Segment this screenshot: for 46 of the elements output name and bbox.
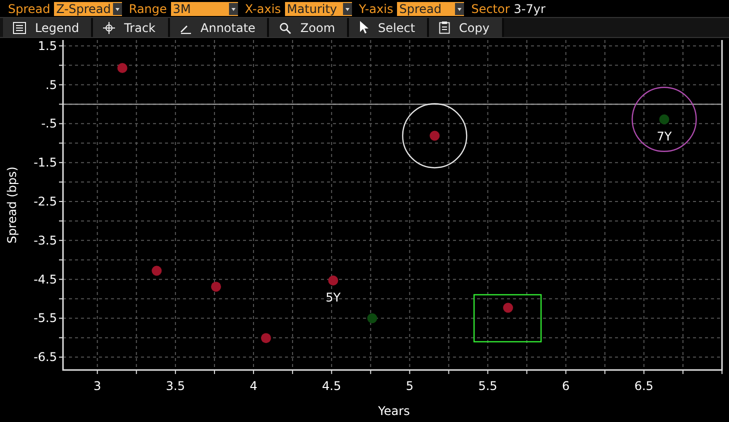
x-tick-label: 5.5 — [478, 379, 498, 393]
y-tick-label: -2.5 — [34, 194, 57, 208]
point-label: 5Y — [326, 290, 341, 304]
point-label: 7Y — [656, 129, 672, 144]
caret-icon — [342, 2, 352, 14]
toolbar-button[interactable]: Legend — [3, 18, 94, 37]
x-tick-label: 3.5 — [166, 379, 185, 393]
toolbar-button[interactable]: Annotate — [170, 18, 270, 37]
filter-label: Range — [128, 2, 167, 16]
clipboard-icon — [439, 21, 450, 34]
x-tick-label: 3 — [94, 379, 102, 393]
x-tick-label: 4.5 — [322, 379, 342, 393]
filter-label: X-axis — [244, 2, 281, 16]
search-icon — [279, 22, 292, 34]
cursor-icon — [359, 21, 370, 34]
x-tick-label: 4 — [250, 379, 258, 393]
toolbar-button[interactable]: Copy — [429, 18, 504, 37]
y-tick-label: -.5 — [41, 116, 57, 131]
y-tick-label: 1.5 — [38, 38, 57, 53]
filter-label: Y-axis — [358, 2, 394, 16]
crosshair-icon — [103, 22, 116, 34]
caret-icon — [112, 2, 122, 14]
x-tick-label: 6 — [562, 379, 570, 393]
toolbar-button[interactable]: Select — [349, 18, 430, 37]
filter-dropdown[interactable]: 3M — [170, 2, 238, 16]
y-tick-label: -6.5 — [34, 350, 57, 364]
toolbar-button[interactable]: Zoom — [269, 18, 350, 37]
y-tick-label: .5 — [46, 78, 57, 92]
y-tick-label: -4.5 — [34, 272, 57, 286]
filter-value: 3-7yr — [514, 2, 546, 16]
filter-dropdown[interactable]: Maturity — [284, 2, 352, 16]
y-tick-label: -1.5 — [34, 156, 57, 170]
filter-dropdown[interactable]: Z-Spread — [54, 2, 122, 16]
x-tick-label: 5 — [406, 379, 414, 393]
filter-label: Sector — [471, 2, 510, 16]
y-tick-label: -5.5 — [34, 311, 57, 326]
x-axis-title: Years — [378, 404, 410, 418]
x-tick-label: 6.5 — [634, 379, 654, 393]
caret-icon — [228, 2, 238, 14]
toolbar-button[interactable]: Track — [93, 18, 170, 37]
filter-dropdown[interactable]: Spread — [397, 2, 464, 16]
y-axis-title: Spread (bps) — [5, 166, 19, 244]
y-tick-label: -3.5 — [34, 233, 57, 248]
caret-icon — [455, 2, 464, 14]
list-icon — [13, 22, 26, 34]
filter-label: Spread — [8, 2, 50, 16]
